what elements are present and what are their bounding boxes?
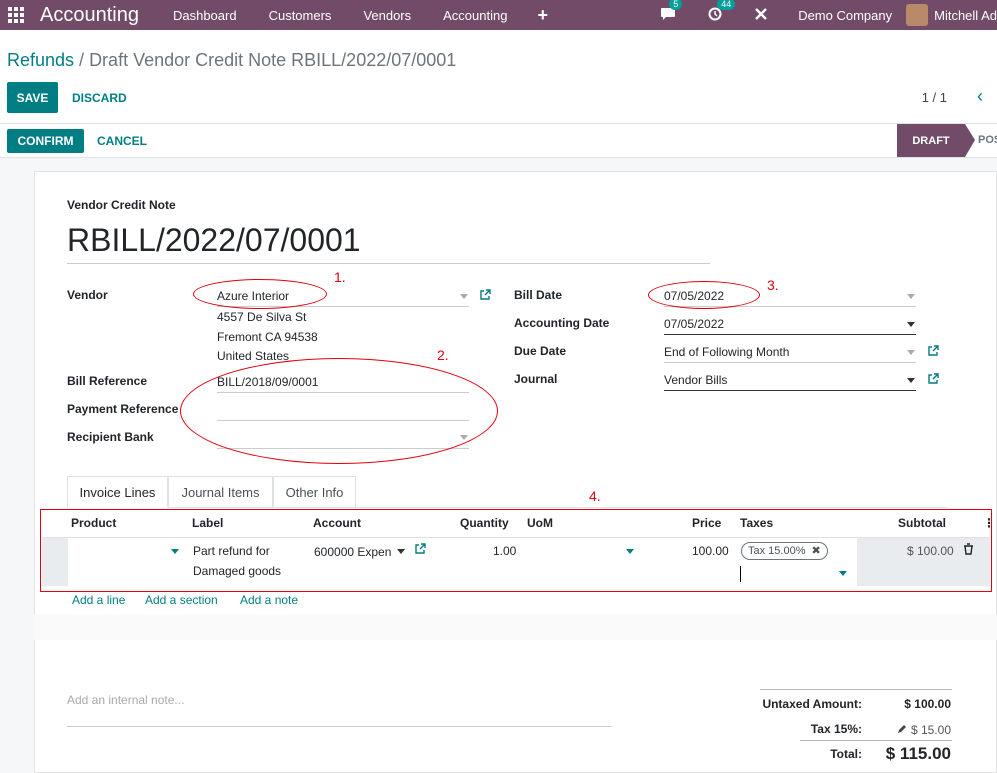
tab-invoice-lines[interactable]: Invoice Lines xyxy=(67,476,168,508)
journal-label: Journal xyxy=(514,372,558,386)
status-draft: DRAFT xyxy=(897,124,975,157)
document-name: RBILL/2022/07/0001 xyxy=(67,222,361,258)
due-date-field[interactable]: End of Following Month xyxy=(664,345,789,359)
top-navbar: Accounting Dashboard Customers Vendors A… xyxy=(0,0,997,30)
annotation-label-1: 1. xyxy=(334,269,346,285)
vendor-label: Vendor xyxy=(67,288,108,302)
total-separator xyxy=(800,740,952,741)
menu-accounting[interactable]: Accounting xyxy=(443,8,507,23)
total-value: $ 115.00 xyxy=(885,744,951,763)
annotation-label-4: 4. xyxy=(589,488,601,504)
tax-value: $ 15.00 xyxy=(910,723,951,737)
accounting-date-dropdown-icon[interactable] xyxy=(907,322,915,327)
untaxed-amount-label: Untaxed Amount: xyxy=(762,697,862,711)
annotation-ellipse-1 xyxy=(193,279,327,309)
tab-other-info[interactable]: Other Info xyxy=(273,476,356,508)
vendor-address-line-2: Fremont CA 94538 xyxy=(217,330,318,344)
discard-button[interactable]: DISCARD xyxy=(72,91,127,105)
menu-customers[interactable]: Customers xyxy=(269,8,332,23)
totals-top-border xyxy=(760,689,952,690)
add-line-link[interactable]: Add a line xyxy=(72,593,125,607)
accounting-date-label: Accounting Date xyxy=(514,316,610,330)
journal-dropdown-icon[interactable] xyxy=(907,378,915,383)
accounting-date-field[interactable]: 07/05/2022 xyxy=(664,317,724,331)
plus-icon[interactable]: + xyxy=(537,5,548,26)
document-type: Vendor Credit Note xyxy=(67,198,176,212)
breadcrumb-parent[interactable]: Refunds xyxy=(7,50,74,70)
bill-reference-label: Bill Reference xyxy=(67,374,148,388)
vendor-external-link-icon[interactable] xyxy=(479,289,491,304)
bill-date-dropdown-icon[interactable] xyxy=(907,294,915,299)
menu-dashboard[interactable]: Dashboard xyxy=(173,8,237,23)
messages-icon[interactable]: 5 xyxy=(660,0,683,24)
due-date-label: Due Date xyxy=(514,344,567,358)
status-bar: CONFIRM CANCEL DRAFT POS xyxy=(0,123,997,158)
recipient-bank-label: Recipient Bank xyxy=(67,430,154,444)
internal-note-line xyxy=(67,726,612,727)
form-sheet xyxy=(34,171,997,773)
due-date-external-link-icon[interactable] xyxy=(927,345,939,360)
bill-date-label: Bill Date xyxy=(514,288,563,302)
payment-reference-label: Payment Reference xyxy=(67,402,179,416)
apps-menu-icon[interactable] xyxy=(8,7,24,23)
messages-badge: 5 xyxy=(669,0,683,10)
annotation-ellipse-2 xyxy=(180,358,498,464)
total-label: Total: xyxy=(830,747,862,761)
pager-value[interactable]: 1 / 1 xyxy=(922,90,947,105)
menu-vendors[interactable]: Vendors xyxy=(363,8,411,23)
status-posted[interactable]: POS xyxy=(978,134,997,146)
internal-note-input[interactable]: Add an internal note... xyxy=(67,693,184,707)
journal-field[interactable]: Vendor Bills xyxy=(664,373,727,387)
annotation-rect-4 xyxy=(40,509,992,592)
add-note-link[interactable]: Add a note xyxy=(240,593,298,607)
accounting-date-line xyxy=(664,334,916,335)
breadcrumb-current: Draft Vendor Credit Note RBILL/2022/07/0… xyxy=(89,50,457,70)
app-brand[interactable]: Accounting xyxy=(40,4,139,27)
company-switcher[interactable]: Demo Company xyxy=(798,8,892,23)
untaxed-amount-value: $ 100.00 xyxy=(904,697,951,711)
title-underline xyxy=(67,263,710,264)
breadcrumb-separator: / xyxy=(74,50,90,70)
due-date-dropdown-icon[interactable] xyxy=(907,350,915,355)
annotation-ellipse-3 xyxy=(648,281,760,309)
activities-icon[interactable]: 44 xyxy=(708,0,736,24)
cancel-button[interactable]: CANCEL xyxy=(97,134,147,148)
save-button[interactable]: SAVE xyxy=(7,82,58,113)
journal-external-link-icon[interactable] xyxy=(927,373,939,388)
tab-journal-items[interactable]: Journal Items xyxy=(168,476,273,508)
pager-prev-button[interactable]: ‹ xyxy=(977,86,983,107)
user-menu[interactable]: Mitchell Ad xyxy=(934,8,997,23)
tax-edit-icon[interactable] xyxy=(897,723,907,737)
confirm-button[interactable]: CONFIRM xyxy=(7,129,84,153)
tax-label: Tax 15%: xyxy=(810,722,862,736)
vendor-dropdown-icon[interactable] xyxy=(460,294,468,299)
activities-badge: 44 xyxy=(717,0,736,10)
due-date-line xyxy=(664,362,916,363)
breadcrumb: Refunds / Draft Vendor Credit Note RBILL… xyxy=(7,50,456,71)
vendor-address-line-1: 4557 De Silva St xyxy=(217,310,307,324)
annotation-label-3: 3. xyxy=(767,277,779,293)
add-section-link[interactable]: Add a section xyxy=(145,593,218,607)
annotation-label-2: 2. xyxy=(437,347,449,363)
lines-footer-band xyxy=(34,614,997,640)
journal-line xyxy=(664,390,916,391)
avatar[interactable] xyxy=(906,4,929,26)
debug-tools-icon[interactable] xyxy=(754,7,768,24)
